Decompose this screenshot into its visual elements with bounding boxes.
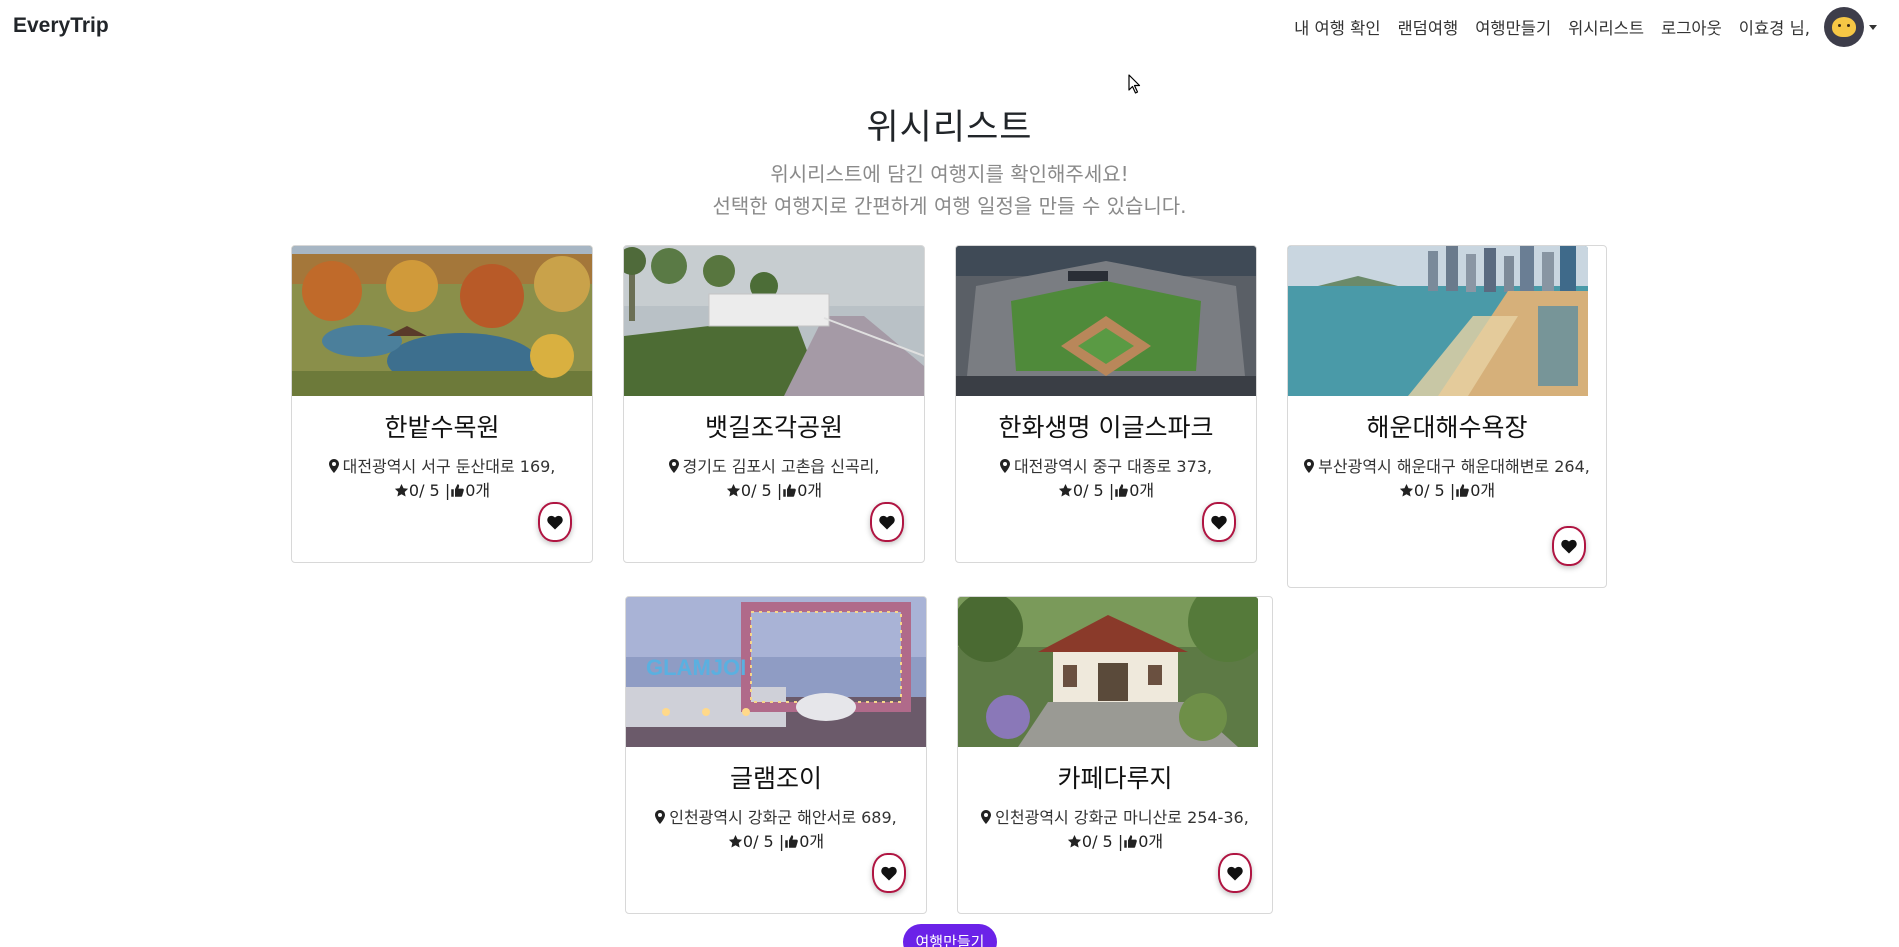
heart-icon [879, 515, 895, 529]
wishlist-card[interactable]: 뱃길조각공원 경기도 김포시 고촌읍 신곡리, 0/ 5 | 0개 [623, 245, 925, 563]
star-icon [1399, 483, 1414, 497]
place-photo [956, 246, 1256, 396]
place-rating: 0/ 5 | 0개 [1288, 479, 1606, 503]
place-photo [292, 246, 592, 396]
place-photo [958, 597, 1258, 747]
thumbs-up-icon [1456, 484, 1470, 497]
place-title: 글램조이 [729, 764, 822, 793]
wishlist-card[interactable]: 한화생명 이글스파크 대전광역시 중구 대종로 373, 0/ 5 | 0개 [955, 245, 1257, 563]
wishlist-heart-button[interactable] [870, 502, 904, 542]
place-photo [624, 246, 924, 396]
nav-my-trips[interactable]: 내 여행 확인 [1294, 15, 1380, 39]
address-text: 인천광역시 강화군 마니산로 254-36, [995, 808, 1249, 827]
place-address: 인천광역시 강화군 해안서로 689, [626, 806, 926, 830]
address-text: 인천광역시 강화군 해안서로 689, [669, 808, 897, 827]
subtitle-line-1: 위시리스트에 담긴 여행지를 확인해주세요! [770, 162, 1129, 186]
brand-logo[interactable]: EveryTrip [13, 14, 109, 38]
place-address: 대전광역시 서구 둔산대로 169, [292, 455, 592, 479]
mouse-cursor-icon [1128, 74, 1141, 94]
avatar-character-icon [1832, 17, 1856, 37]
wishlist-heart-button[interactable] [538, 502, 572, 542]
user-greeting: 이효경 님, [1738, 19, 1810, 38]
place-rating: 0/ 5 | 0개 [624, 479, 924, 503]
address-text: 대전광역시 중구 대종로 373, [1013, 457, 1213, 476]
rating-text: 0/ 5 | [742, 832, 785, 851]
make-trip-button[interactable]: 여행만들기 [903, 924, 997, 947]
subtitle-line-2: 선택한 여행지로 간편하게 여행 일정을 만들 수 있습니다. [712, 194, 1187, 218]
avatar [1824, 7, 1864, 47]
heart-icon [547, 515, 563, 529]
likes-text: 0개 [1138, 832, 1164, 851]
wishlist-heart-button[interactable] [1552, 526, 1586, 566]
place-title: 한밭수목원 [384, 413, 500, 442]
location-pin-icon [655, 810, 666, 824]
star-icon [1067, 834, 1082, 848]
heart-icon [1561, 539, 1577, 553]
heart-icon [881, 866, 897, 880]
wishlist-card[interactable]: 카페다루지 인천광역시 강화군 마니산로 254-36, 0/ 5 | 0개 [957, 596, 1273, 914]
place-address: 대전광역시 중구 대종로 373, [956, 455, 1256, 479]
location-pin-icon [1304, 459, 1315, 473]
page-title: 위시리스트 [866, 108, 1033, 148]
nav-logout[interactable]: 로그아웃 [1661, 15, 1722, 39]
hero-section: 위시리스트 위시리스트에 담긴 여행지를 확인해주세요! 선택한 여행지로 간편… [0, 104, 1899, 222]
rating-text: 0/ 5 | [1072, 481, 1115, 500]
place-title: 카페다루지 [1057, 764, 1173, 793]
star-icon [726, 483, 741, 497]
heart-icon [1211, 515, 1227, 529]
location-pin-icon [981, 810, 992, 824]
page-subtitle: 위시리스트에 담긴 여행지를 확인해주세요! 선택한 여행지로 간편하게 여행 … [0, 158, 1899, 222]
nav-random-trip[interactable]: 랜덤여행 [1398, 15, 1459, 39]
location-pin-icon [999, 459, 1010, 473]
thumbs-up-icon [1124, 835, 1138, 848]
navbar: EveryTrip 내 여행 확인 랜덤여행 여행만들기 위시리스트 로그아웃 … [0, 0, 1899, 54]
location-pin-icon [668, 459, 679, 473]
wishlist-heart-button[interactable] [1218, 853, 1252, 893]
nav-wishlist[interactable]: 위시리스트 [1568, 15, 1644, 39]
likes-text: 0개 [797, 481, 823, 500]
place-address: 경기도 김포시 고촌읍 신곡리, [624, 455, 924, 479]
place-rating: 0/ 5 | 0개 [292, 479, 592, 503]
place-photo [1288, 246, 1588, 396]
place-photo-sign: GLAMJOI [646, 655, 746, 680]
thumbs-up-icon [1115, 484, 1129, 497]
place-title: 해운대해수욕장 [1366, 413, 1528, 442]
likes-text: 0개 [465, 481, 491, 500]
rating-text: 0/ 5 | [740, 481, 783, 500]
wishlist-card[interactable]: 해운대해수욕장 부산광역시 해운대구 해운대해변로 264, 0/ 5 | 0개 [1287, 245, 1607, 588]
user-menu-toggle[interactable] [1824, 7, 1877, 47]
rating-text: 0/ 5 | [1413, 481, 1456, 500]
wishlist-card[interactable]: 한밭수목원 대전광역시 서구 둔산대로 169, 0/ 5 | 0개 [291, 245, 593, 563]
place-rating: 0/ 5 | 0개 [626, 830, 926, 854]
rating-text: 0/ 5 | [408, 481, 451, 500]
likes-text: 0개 [799, 832, 825, 851]
thumbs-up-icon [783, 484, 797, 497]
wishlist-heart-button[interactable] [1202, 502, 1236, 542]
place-address: 부산광역시 해운대구 해운대해변로 264, [1288, 455, 1606, 479]
address-text: 경기도 김포시 고촌읍 신곡리, [682, 457, 880, 476]
location-pin-icon [328, 459, 339, 473]
thumbs-up-icon [451, 484, 465, 497]
likes-text: 0개 [1470, 481, 1496, 500]
thumbs-up-icon [785, 835, 799, 848]
wishlist-card[interactable]: GLAMJOI 글램조이 인천광역시 강화군 해안서로 689, 0/ 5 | 0… [625, 596, 927, 914]
place-photo: GLAMJOI [626, 597, 926, 747]
heart-icon [1227, 866, 1243, 880]
rating-text: 0/ 5 | [1081, 832, 1124, 851]
place-rating: 0/ 5 | 0개 [956, 479, 1256, 503]
address-text: 부산광역시 해운대구 해운대해변로 264, [1318, 457, 1590, 476]
chevron-down-icon [1869, 24, 1877, 30]
likes-text: 0개 [1129, 481, 1155, 500]
nav-make-trip[interactable]: 여행만들기 [1475, 15, 1551, 39]
place-address: 인천광역시 강화군 마니산로 254-36, [958, 806, 1272, 830]
address-text: 대전광역시 서구 둔산대로 169, [342, 457, 556, 476]
star-icon [394, 483, 409, 497]
place-title: 한화생명 이글스파크 [998, 413, 1214, 442]
place-title: 뱃길조각공원 [704, 413, 843, 442]
place-rating: 0/ 5 | 0개 [958, 830, 1272, 854]
star-icon [728, 834, 743, 848]
star-icon [1058, 483, 1073, 497]
wishlist-heart-button[interactable] [872, 853, 906, 893]
nav-links: 내 여행 확인 랜덤여행 여행만들기 위시리스트 로그아웃 이효경 님, [1277, 7, 1877, 47]
